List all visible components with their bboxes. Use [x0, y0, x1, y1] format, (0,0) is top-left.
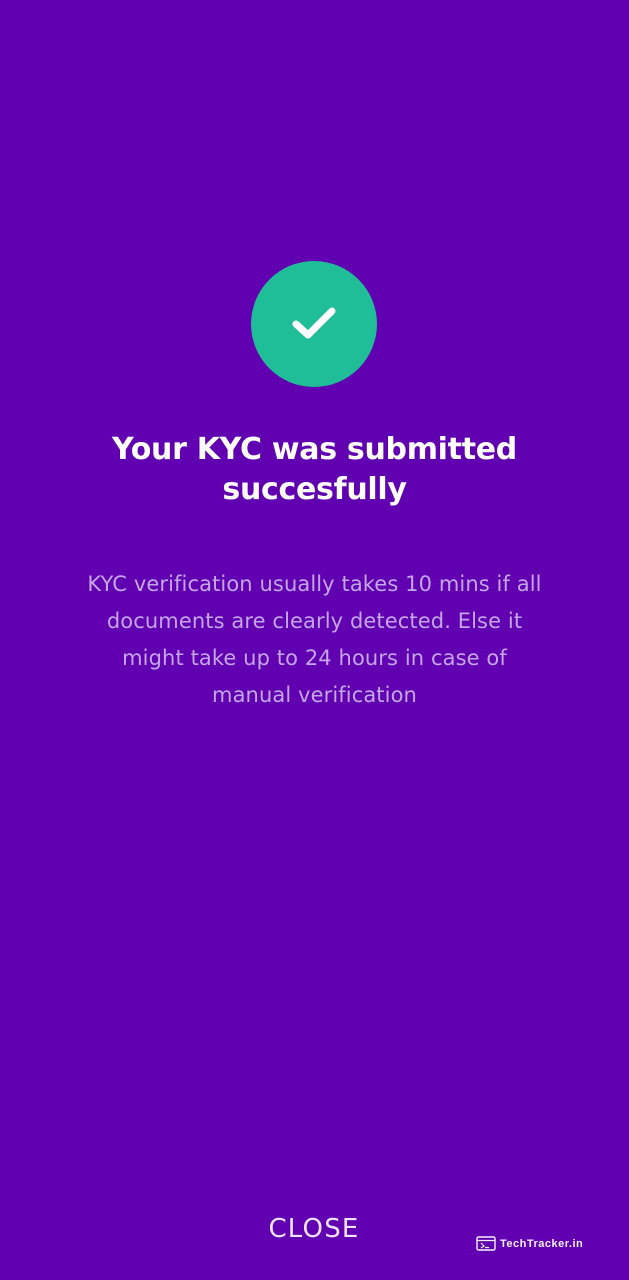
success-description: KYC verification usually takes 10 mins i… — [87, 572, 542, 707]
kyc-success-screen: Your KYC was submitted succesfully KYC v… — [0, 0, 629, 1280]
browser-window-icon — [476, 1236, 496, 1251]
watermark: TechTracker.in — [476, 1236, 583, 1251]
close-button[interactable]: CLOSE — [234, 1206, 394, 1252]
watermark-text: TechTracker.in — [500, 1237, 584, 1250]
success-title: Your KYC was submitted succesfully — [112, 432, 517, 507]
success-badge — [251, 261, 377, 387]
checkmark-icon — [292, 307, 336, 339]
